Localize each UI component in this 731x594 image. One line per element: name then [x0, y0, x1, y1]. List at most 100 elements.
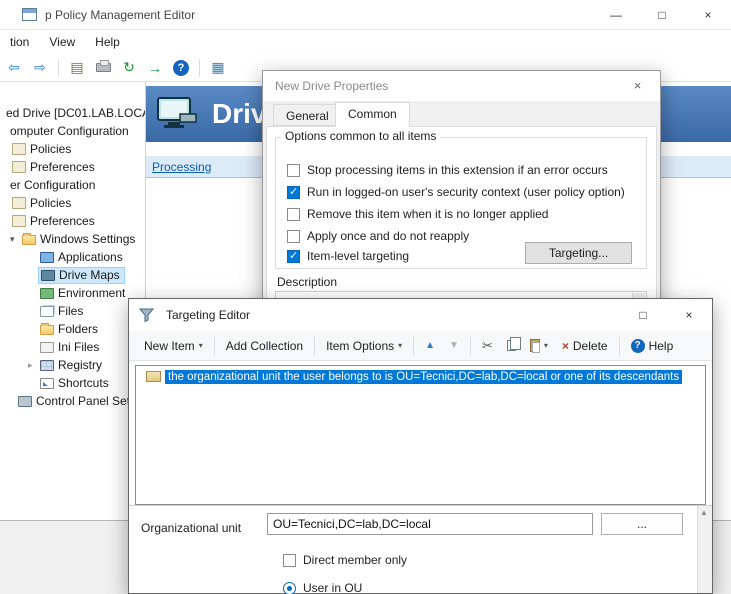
delete-button[interactable]: ×Delete [555, 334, 615, 358]
grid-icon[interactable]: ▦ [206, 57, 230, 79]
help-glyph: ? [173, 60, 189, 76]
targeting-button[interactable]: Targeting... [525, 242, 632, 264]
back-icon[interactable]: ⇦ [2, 57, 26, 79]
chevron-down-icon: ▾ [199, 341, 203, 350]
shortcuts-icon [40, 378, 54, 389]
selected-tree-item: Drive Maps [38, 267, 125, 284]
new-item-button[interactable]: New Item▾ [137, 334, 210, 358]
files-icon [40, 306, 54, 317]
printer-icon[interactable] [91, 57, 115, 79]
tab-general[interactable]: General [273, 104, 342, 126]
processing-link[interactable]: Processing [152, 160, 211, 174]
control-panel-icon [18, 396, 32, 407]
add-collection-button[interactable]: Add Collection [219, 334, 310, 358]
help-button[interactable]: ?Help [624, 334, 681, 358]
dialog-titlebar: New Drive Properties × [263, 71, 660, 101]
tree-item-files[interactable]: Files [0, 302, 145, 320]
option-item-level-targeting[interactable]: Item-level targeting [287, 247, 409, 265]
chevron-down-icon: ▾ [398, 341, 402, 350]
browse-button[interactable]: ... [601, 513, 683, 535]
folders-icon [40, 325, 54, 335]
copy-button[interactable] [500, 334, 523, 358]
help-icon: ? [631, 339, 645, 353]
preferences-icon [12, 161, 26, 173]
option-remove-item[interactable]: Remove this item when it is no longer ap… [287, 205, 548, 223]
drive-header-icon [156, 96, 198, 132]
tree-item-user-configuration[interactable]: er Configuration [0, 176, 145, 194]
organizational-unit-label: Organizational unit [141, 521, 241, 535]
drive-maps-icon [41, 270, 55, 281]
move-down-button[interactable]: ▼ [442, 334, 466, 358]
delete-x-icon: × [562, 339, 569, 353]
close-button[interactable]: × [685, 0, 731, 30]
tab-common[interactable]: Common [335, 102, 410, 127]
registry-icon [40, 360, 54, 371]
tree-item-preferences-user[interactable]: Preferences [0, 212, 145, 230]
menu-help[interactable]: Help [85, 35, 130, 49]
menu-view[interactable]: View [39, 35, 85, 49]
tree-item-policies[interactable]: Policies [0, 140, 145, 158]
option-stop-processing[interactable]: Stop processing items in this extension … [287, 161, 608, 179]
user-in-ou-option[interactable]: User in OU [283, 581, 362, 594]
targeting-item-list[interactable]: the organizational unit the user belongs… [135, 365, 706, 505]
menu-action[interactable]: tion [0, 35, 39, 49]
direct-member-option[interactable]: Direct member only [283, 553, 407, 567]
checkbox-checked[interactable] [287, 186, 300, 199]
checkbox-unchecked[interactable] [287, 164, 300, 177]
tree-item-drive-maps[interactable]: Drive Maps [0, 266, 145, 284]
dialog-titlebar: Targeting Editor □ × [129, 299, 712, 331]
tree-item-preferences[interactable]: Preferences [0, 158, 145, 176]
minimize-button[interactable]: — [593, 0, 639, 30]
checkbox-unchecked[interactable] [283, 554, 296, 567]
copy-icon [507, 340, 516, 351]
dialog-title: New Drive Properties [275, 79, 388, 93]
paste-icon [530, 339, 540, 352]
paste-button[interactable]: ▾ [523, 334, 555, 358]
chevron-down-icon: ▾ [544, 341, 548, 350]
clipboard-icon[interactable]: ▤ [65, 57, 89, 79]
maximize-button[interactable]: □ [639, 0, 685, 30]
tree-item-environment[interactable]: Environment [0, 284, 145, 302]
toolbar-separator [199, 59, 200, 77]
forward-icon[interactable]: ⇨ [28, 57, 52, 79]
move-up-button[interactable]: ▲ [418, 334, 442, 358]
close-icon[interactable]: × [615, 71, 660, 101]
tree-item-registry[interactable]: ▸Registry [0, 356, 145, 374]
menubar: tion View Help [0, 30, 731, 54]
tree-item-policies-user[interactable]: Policies [0, 194, 145, 212]
export-icon[interactable]: → [143, 57, 167, 79]
refresh-icon[interactable]: ↻ [117, 57, 141, 79]
tree-item-gpo-root[interactable]: ed Drive [DC01.LAB.LOCA [0, 104, 145, 122]
checkbox-unchecked[interactable] [287, 230, 300, 243]
tree-item-computer-configuration[interactable]: omputer Configuration [0, 122, 145, 140]
organizational-unit-input[interactable] [267, 513, 593, 535]
item-options-button[interactable]: Item Options▾ [319, 334, 409, 358]
option-run-logged-on[interactable]: Run in logged-on user's security context… [287, 183, 625, 201]
radio-selected[interactable] [283, 582, 296, 594]
checkbox-checked[interactable] [287, 250, 300, 263]
tree-item-control-panel-settings[interactable]: Control Panel Sett [0, 392, 145, 410]
targeting-item-row[interactable]: the organizational unit the user belongs… [136, 368, 705, 385]
targeting-content: the organizational unit the user belongs… [129, 361, 712, 593]
option-apply-once[interactable]: Apply once and do not reapply [287, 227, 469, 245]
policies-icon [12, 197, 26, 209]
window-title: p Policy Management Editor [45, 8, 195, 22]
cut-button[interactable]: ✂ [475, 334, 500, 358]
scrollbar[interactable] [697, 506, 712, 593]
chevron-down-icon[interactable]: ▾ [10, 230, 22, 248]
help-icon[interactable]: ? [169, 57, 193, 79]
tree-item-ini-files[interactable]: Ini Files [0, 338, 145, 356]
targeting-editor-dialog: Targeting Editor □ × New Item▾ Add Colle… [128, 298, 713, 594]
selected-targeting-item: the organizational unit the user belongs… [165, 370, 682, 384]
printer-glyph [96, 63, 111, 72]
chevron-right-icon[interactable]: ▸ [28, 356, 40, 374]
maximize-button[interactable]: □ [620, 299, 666, 331]
tree-item-folders[interactable]: Folders [0, 320, 145, 338]
new-drive-properties-dialog: New Drive Properties × General Common Op… [262, 70, 661, 310]
applications-icon [40, 252, 54, 263]
tree-item-shortcuts[interactable]: Shortcuts [0, 374, 145, 392]
close-button[interactable]: × [666, 299, 712, 331]
tree-item-windows-settings[interactable]: ▾Windows Settings [0, 230, 145, 248]
checkbox-unchecked[interactable] [287, 208, 300, 221]
tree-item-applications[interactable]: Applications [0, 248, 145, 266]
